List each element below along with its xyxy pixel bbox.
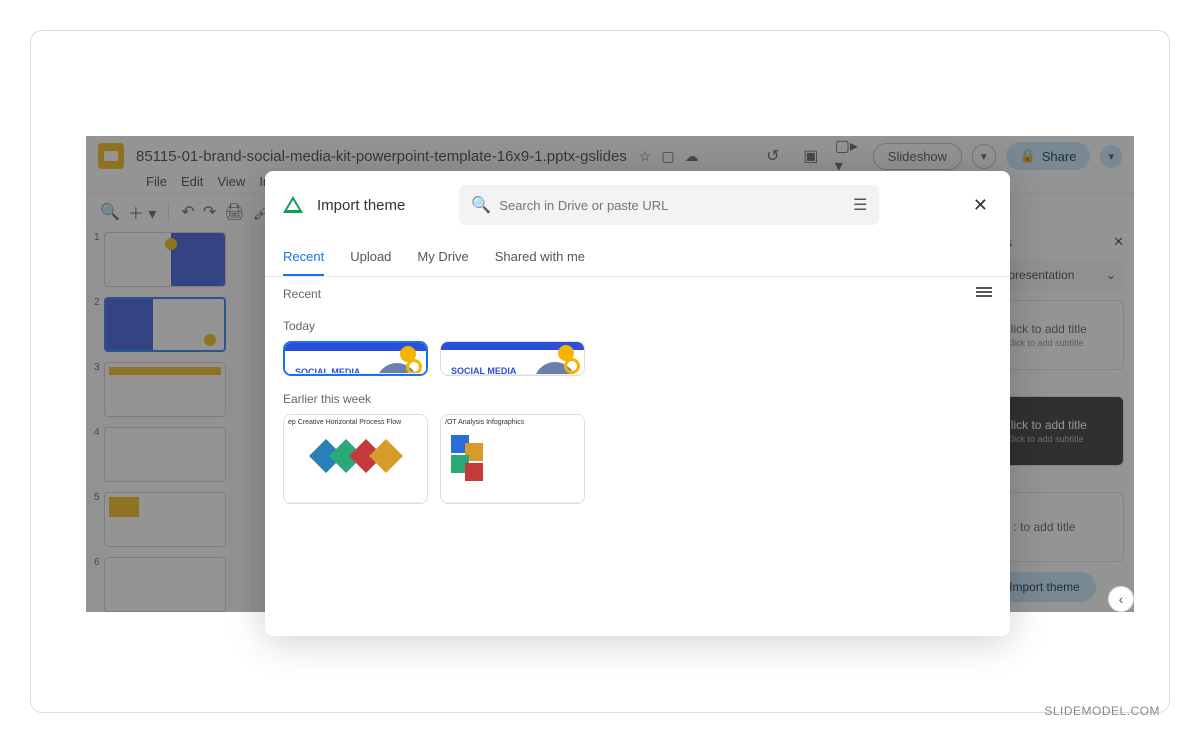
file-card[interactable]: ep Creative Horizontal Process Flow 2256…: [283, 414, 428, 504]
tab-upload[interactable]: Upload: [350, 239, 391, 276]
file-preview: ep Creative Horizontal Process Flow: [284, 415, 427, 503]
file-preview: /OT Analysis Infographics: [441, 415, 584, 503]
file-card[interactable]: /OT Analysis Infographics Free SWOT Info…: [440, 414, 585, 504]
search-input[interactable]: [499, 198, 853, 213]
section-earlier: Earlier this week: [283, 392, 992, 406]
tab-recent[interactable]: Recent: [283, 239, 324, 276]
watermark: SLIDEMODEL.COM: [1044, 704, 1160, 718]
tab-my-drive[interactable]: My Drive: [417, 239, 468, 276]
modal-body[interactable]: Today SOCIAL MEDIA BRAND KIT PRESENTATIO…: [265, 311, 1010, 636]
modal-tabs: Recent Upload My Drive Shared with me: [265, 239, 1010, 277]
modal-header: Import theme 🔍 ☰ ✕: [265, 171, 1010, 239]
import-theme-modal: Import theme 🔍 ☰ ✕ Recent Upload My Driv…: [265, 171, 1010, 636]
search-options-icon[interactable]: ☰: [853, 195, 867, 215]
tab-shared[interactable]: Shared with me: [495, 239, 585, 276]
page-frame: 85115-01-brand-social-media-kit-powerpoi…: [30, 30, 1170, 713]
search-icon: 🔍: [471, 195, 491, 215]
file-card[interactable]: SOCIAL MEDIA BRAND KIT PRESENTATION TEMP…: [440, 341, 585, 376]
file-grid-today: SOCIAL MEDIA BRAND KIT PRESENTATION TEMP…: [283, 341, 992, 376]
close-modal-icon[interactable]: ✕: [969, 191, 992, 220]
section-today: Today: [283, 319, 992, 333]
drive-icon: [283, 196, 303, 214]
pager-icon[interactable]: ‹: [1108, 586, 1134, 612]
file-card[interactable]: SOCIAL MEDIA BRAND KIT PRESENTATION TEMP…: [283, 341, 428, 376]
list-view-icon[interactable]: [976, 287, 992, 301]
modal-title: Import theme: [317, 197, 405, 214]
file-preview: SOCIAL MEDIA BRAND KIT PRESENTATION TEMP…: [285, 343, 426, 374]
file-grid-earlier: ep Creative Horizontal Process Flow 2256…: [283, 414, 992, 504]
file-preview: SOCIAL MEDIA BRAND KIT PRESENTATION TEMP…: [441, 342, 584, 375]
subhead-label: Recent: [283, 287, 321, 301]
drive-search[interactable]: 🔍 ☰: [459, 185, 879, 225]
modal-subhead: Recent: [265, 277, 1010, 311]
